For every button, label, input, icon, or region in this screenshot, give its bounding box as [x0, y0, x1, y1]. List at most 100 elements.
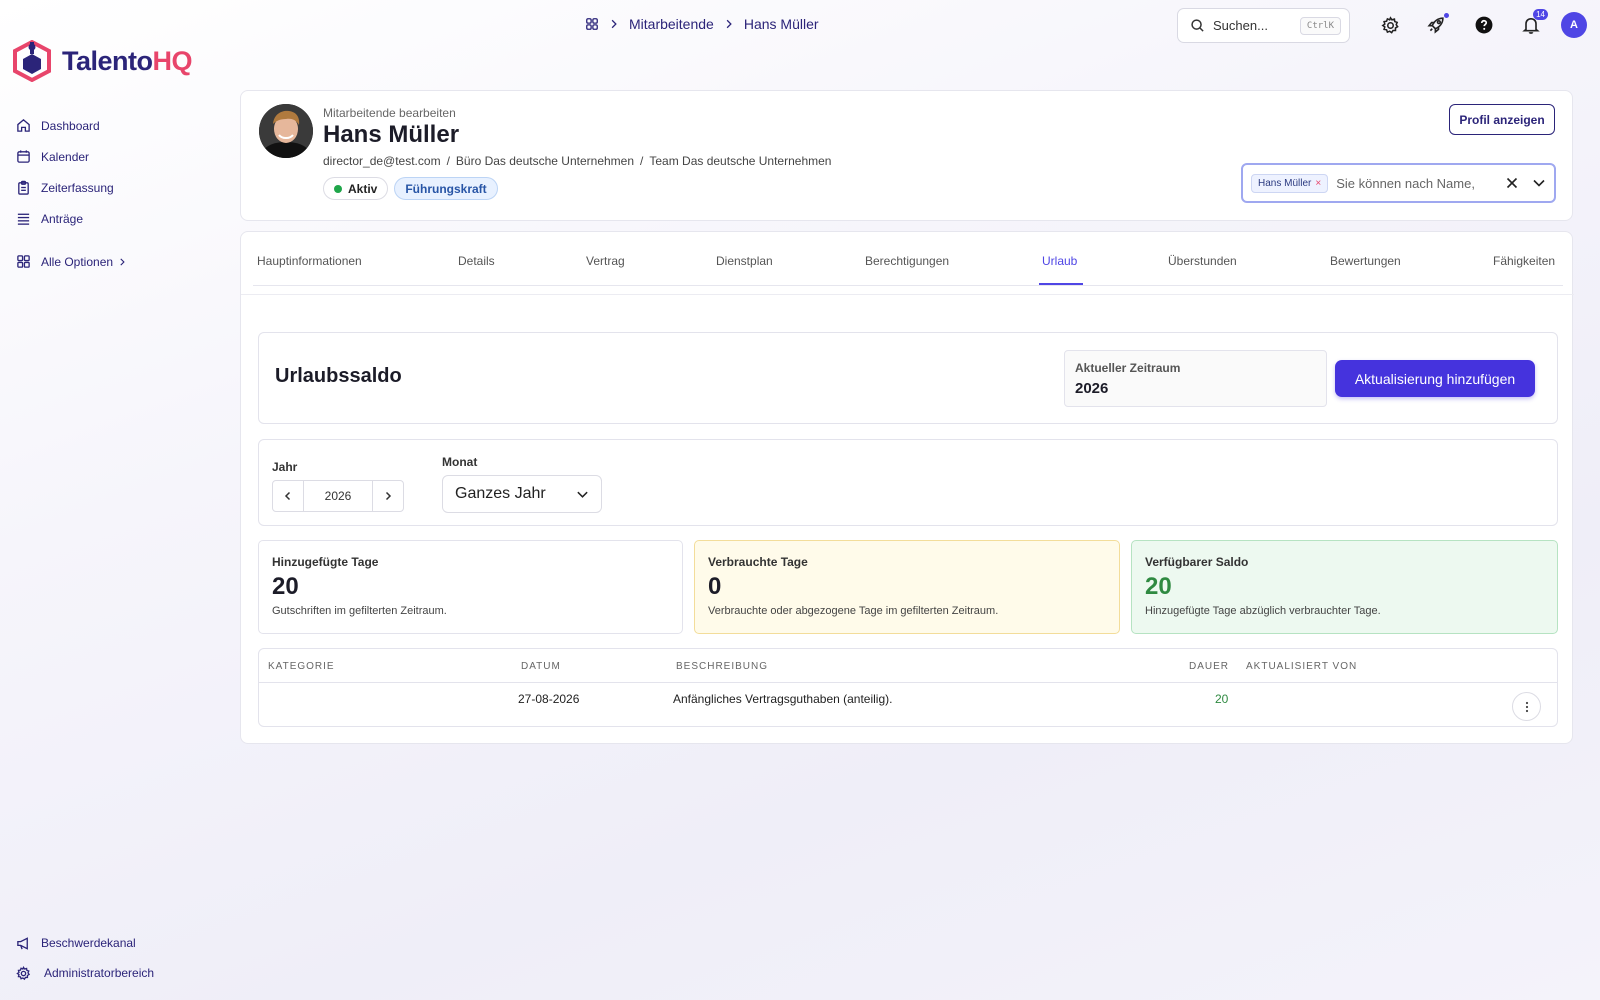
column-header-datum[interactable]: DATUM [521, 661, 561, 672]
stat-card-added-days: Hinzugefügte Tage 20 Gutschriften im gef… [258, 540, 683, 634]
previous-year-button[interactable] [273, 481, 303, 511]
brand-name-part2: HQ [152, 45, 193, 76]
next-year-button[interactable] [373, 481, 403, 511]
filter-panel: Jahr 2026 Monat Ganzes Jahr [258, 439, 1558, 526]
stat-card-used-days: Verbrauchte Tage 0 Verbrauchte oder abge… [694, 540, 1120, 634]
tab-hauptinformationen[interactable]: Hauptinformationen [257, 254, 362, 268]
tab-bewertungen[interactable]: Bewertungen [1330, 254, 1401, 268]
stat-label: Verbrauchte Tage [708, 555, 808, 569]
clear-icon[interactable] [1506, 177, 1518, 189]
sidebar-item-label: Zeiterfassung [41, 180, 114, 195]
stat-value: 20 [272, 573, 299, 600]
month-select-value: Ganzes Jahr [455, 485, 546, 502]
year-stepper: 2026 [272, 480, 404, 512]
sidebar-nav: Dashboard Kalender Zeiterfassung Anträge… [16, 110, 127, 277]
sidebar-item-administratorbereich[interactable]: Administratorbereich [16, 958, 154, 988]
employee-team: Team Das deutsche Unternehmen [649, 154, 832, 168]
user-avatar[interactable]: A [1561, 12, 1587, 38]
sidebar-bottom-nav: Beschwerdekanal Administratorbereich [16, 928, 154, 988]
help-icon [1475, 16, 1493, 34]
row-actions-button[interactable] [1512, 692, 1541, 721]
role-badge: Führungskraft [394, 177, 498, 200]
vacation-entries-table: KATEGORIE DATUM BESCHREIBUNG DAUER AKTUA… [258, 648, 1558, 727]
grid-icon[interactable] [585, 17, 599, 31]
page-subtitle: Mitarbeitende bearbeiten [323, 106, 456, 120]
notifications-button[interactable]: 14 [1518, 9, 1548, 38]
employee-email: director_de@test.com [323, 154, 441, 168]
breadcrumb-item-current: Hans Müller [743, 16, 819, 32]
status-badge: Aktiv [323, 177, 389, 200]
brand-logo[interactable]: TalentoHQ [12, 40, 192, 82]
add-update-button[interactable]: Aktualisierung hinzufügen [1335, 360, 1535, 397]
stat-card-available-balance: Verfügbarer Saldo 20 Hinzugefügte Tage a… [1131, 540, 1558, 634]
column-header-dauer[interactable]: DAUER [1189, 661, 1229, 672]
sidebar-item-zeiterfassung[interactable]: Zeiterfassung [16, 172, 127, 203]
settings-button[interactable] [1377, 12, 1403, 38]
tab-vertrag[interactable]: Vertrag [586, 254, 625, 268]
year-label: Jahr [272, 460, 298, 474]
chevron-right-icon [385, 491, 392, 501]
tab-bar: Hauptinformationen Details Vertrag Diens… [253, 232, 1563, 286]
tab-details[interactable]: Details [458, 254, 495, 268]
stat-label: Verfügbarer Saldo [1145, 555, 1249, 569]
search-placeholder: Suchen... [1213, 18, 1268, 33]
gear-icon [16, 965, 31, 980]
stat-value: 0 [708, 573, 722, 600]
employee-office: Büro Das deutsche Unternehmen [455, 154, 635, 168]
talentohq-logo-icon [13, 40, 51, 82]
chevron-right-icon [611, 19, 617, 29]
tab-urlaub[interactable]: Urlaub [1042, 254, 1077, 268]
employee-name: Hans Müller [323, 121, 460, 148]
year-value[interactable]: 2026 [303, 481, 373, 511]
chevron-down-icon[interactable] [1532, 176, 1546, 190]
employee-picker[interactable]: Hans Müller × Sie können nach Name, [1241, 163, 1556, 203]
help-button[interactable] [1471, 12, 1497, 38]
chip-label: Hans Müller [1258, 177, 1312, 189]
active-tab-indicator [1039, 283, 1083, 285]
sidebar-item-dashboard[interactable]: Dashboard [16, 110, 127, 141]
current-period-value: 2026 [1075, 380, 1109, 397]
stat-description: Verbrauchte oder abgezogene Tage im gefi… [708, 605, 999, 617]
tab-berechtigungen[interactable]: Berechtigungen [865, 254, 949, 268]
employee-meta: director_de@test.com / Büro Das deutsche… [323, 154, 831, 168]
column-header-aktualisiert-von[interactable]: AKTUALISIERT VON [1246, 661, 1357, 672]
month-select[interactable]: Ganzes Jahr [442, 475, 602, 513]
sidebar-item-kalender[interactable]: Kalender [16, 141, 127, 172]
notification-count-badge: 14 [1533, 9, 1548, 20]
rocket-button[interactable] [1423, 12, 1449, 38]
vacation-balance-header: Urlaubssaldo Aktueller Zeitraum 2026 Akt… [258, 332, 1558, 424]
search-shortcut: CtrlK [1299, 16, 1341, 35]
breadcrumb-item-mitarbeitende[interactable]: Mitarbeitende [629, 16, 714, 32]
sidebar-item-antraege[interactable]: Anträge [16, 203, 127, 234]
list-icon [17, 213, 30, 225]
tab-dienstplan[interactable]: Dienstplan [716, 254, 773, 268]
grid-icon [17, 255, 30, 268]
chevron-down-icon [577, 491, 588, 498]
sidebar-item-beschwerdekanal[interactable]: Beschwerdekanal [16, 928, 154, 958]
chip-remove-icon[interactable]: × [1315, 178, 1321, 189]
search-input[interactable]: Suchen... CtrlK [1177, 8, 1350, 43]
picker-controls [1506, 176, 1546, 190]
brand-name: TalentoHQ [62, 46, 192, 77]
tab-ueberstunden[interactable]: Überstunden [1168, 254, 1237, 268]
stat-description: Gutschriften im gefilterten Zeitraum. [272, 605, 447, 617]
sidebar-item-label: Administratorbereich [44, 966, 155, 980]
calendar-icon [17, 150, 30, 163]
more-vertical-icon [1525, 701, 1528, 712]
rocket-indicator-dot [1444, 13, 1449, 18]
current-period-box: Aktueller Zeitraum 2026 [1064, 350, 1327, 407]
sidebar-item-all-options[interactable]: Alle Optionen [16, 246, 127, 277]
month-label: Monat [442, 455, 478, 469]
breadcrumb: Mitarbeitende Hans Müller [585, 14, 819, 34]
view-profile-button[interactable]: Profil anzeigen [1449, 104, 1555, 135]
column-header-beschreibung[interactable]: BESCHREIBUNG [676, 661, 768, 672]
employee-photo [259, 104, 313, 158]
stat-value: 20 [1145, 573, 1172, 600]
column-header-kategorie[interactable]: KATEGORIE [268, 661, 335, 672]
employee-avatar-image [259, 104, 313, 158]
chevron-right-icon [726, 19, 732, 29]
meta-separator: / [446, 154, 450, 168]
tab-faehigkeiten[interactable]: Fähigkeiten [1493, 254, 1555, 268]
current-period-label: Aktueller Zeitraum [1075, 361, 1181, 375]
sidebar-item-label: Dashboard [41, 118, 100, 133]
